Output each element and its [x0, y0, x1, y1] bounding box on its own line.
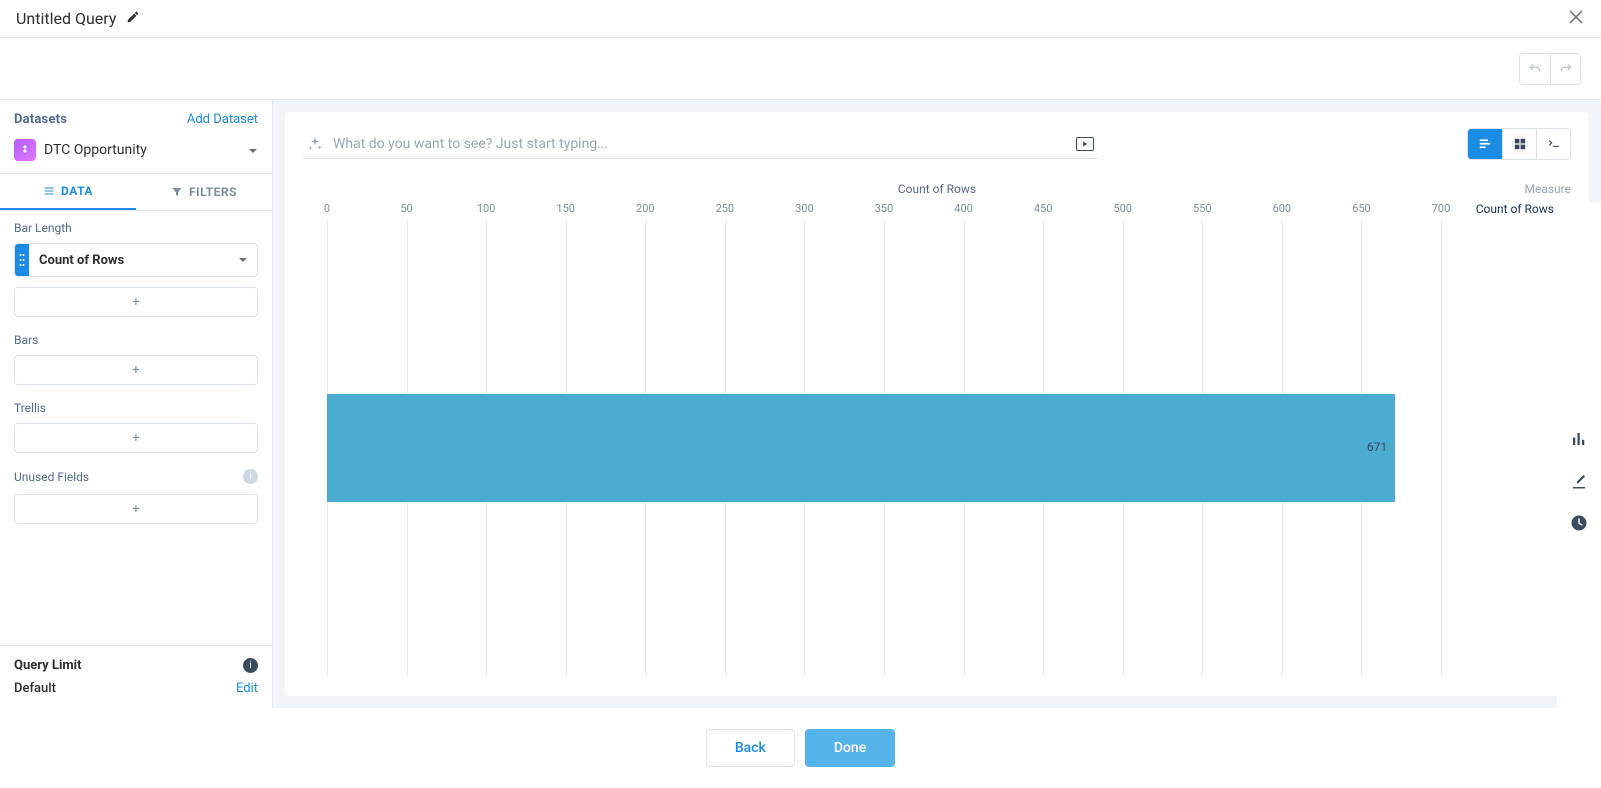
right-rail — [1557, 202, 1601, 708]
chevron-down-icon[interactable] — [229, 255, 257, 265]
chart: Count of Rows 0 50 100 150 200 250 300 350 400 45… — [303, 182, 1571, 676]
back-button[interactable]: Back — [706, 729, 795, 767]
search-input[interactable] — [333, 136, 1066, 152]
history-button[interactable] — [1570, 514, 1588, 536]
pencil-icon[interactable] — [126, 9, 140, 28]
bars-label: Bars — [14, 333, 258, 347]
undo-button[interactable] — [1520, 54, 1550, 84]
query-limit-value: Default — [14, 681, 56, 696]
tab-data[interactable]: DATA — [0, 174, 136, 210]
dataset-name: DTC Opportunity — [44, 142, 240, 158]
tab-data-label: DATA — [61, 184, 93, 198]
tab-filters[interactable]: FILTERS — [136, 174, 272, 210]
dataset-selector[interactable]: DTC Opportunity — [0, 135, 272, 173]
bar-length-label: Bar Length — [14, 221, 258, 235]
run-query-icon[interactable] — [1076, 137, 1094, 151]
axis-tick: 650 — [1352, 202, 1371, 215]
bar-value-label: 671 — [1367, 440, 1387, 454]
add-bars-button[interactable]: + — [14, 355, 258, 385]
axis-tick: 150 — [556, 202, 575, 215]
nlq-search[interactable] — [303, 130, 1098, 159]
axis-tick: 300 — [795, 202, 814, 215]
sparkle-icon — [307, 136, 323, 152]
done-button[interactable]: Done — [805, 729, 895, 767]
footer: Back Done — [0, 708, 1601, 788]
axis-tick: 450 — [1034, 202, 1053, 215]
axis-tick: 250 — [716, 202, 735, 215]
add-bar-length-button[interactable]: + — [14, 287, 258, 317]
axis-tick: 0 — [324, 202, 330, 215]
legend-item: Count of Rows — [1451, 202, 1571, 216]
bar-length-pill[interactable]: Count of Rows — [14, 243, 258, 277]
axis-tick: 500 — [1113, 202, 1132, 215]
chevron-down-icon — [248, 145, 258, 155]
legend-item-label: Count of Rows — [1476, 202, 1554, 216]
redo-button[interactable] — [1550, 54, 1580, 84]
chart-title: Count of Rows — [898, 182, 976, 196]
query-limit-edit-link[interactable]: Edit — [236, 681, 258, 696]
gridline — [1441, 220, 1442, 676]
axis-tick: 200 — [636, 202, 655, 215]
axis-tick: 100 — [477, 202, 496, 215]
add-trellis-button[interactable]: + — [14, 423, 258, 453]
legend-title: Measure — [1451, 182, 1571, 196]
drag-handle-icon[interactable] — [15, 244, 29, 276]
add-unused-button[interactable]: + — [14, 494, 258, 524]
bar-length-value: Count of Rows — [29, 253, 229, 268]
chart-type-button[interactable] — [1570, 430, 1588, 452]
left-sidebar: Datasets Add Dataset DTC Opportunity DAT… — [0, 100, 273, 708]
datasets-heading: Datasets — [14, 112, 67, 127]
format-button[interactable] — [1570, 472, 1588, 494]
axis-tick: 600 — [1273, 202, 1292, 215]
query-limit-label: Query Limit — [14, 658, 82, 673]
info-icon[interactable]: i — [243, 658, 258, 673]
query-title: Untitled Query — [16, 9, 116, 28]
axis-tick: 50 — [400, 202, 412, 215]
modal-header: Untitled Query — [0, 0, 1601, 38]
axis-tick: 350 — [875, 202, 894, 215]
info-icon[interactable]: i — [243, 469, 258, 484]
dataset-icon — [14, 139, 36, 161]
axis-tick: 700 — [1432, 202, 1451, 215]
add-dataset-link[interactable]: Add Dataset — [187, 112, 258, 127]
chart-mode-button[interactable] — [1468, 129, 1502, 159]
axis-tick: 400 — [954, 202, 973, 215]
trellis-label: Trellis — [14, 401, 258, 415]
axis-tick: 550 — [1193, 202, 1212, 215]
toolbar — [0, 38, 1601, 100]
unused-fields-label: Unused Fields — [14, 470, 89, 484]
close-icon[interactable] — [1567, 8, 1585, 30]
bar[interactable] — [327, 394, 1395, 502]
tab-filters-label: FILTERS — [189, 185, 237, 199]
table-mode-button[interactable] — [1502, 129, 1536, 159]
main-canvas-area: Count of Rows 0 50 100 150 200 250 300 350 400 45… — [273, 100, 1601, 708]
query-mode-button[interactable] — [1536, 129, 1570, 159]
